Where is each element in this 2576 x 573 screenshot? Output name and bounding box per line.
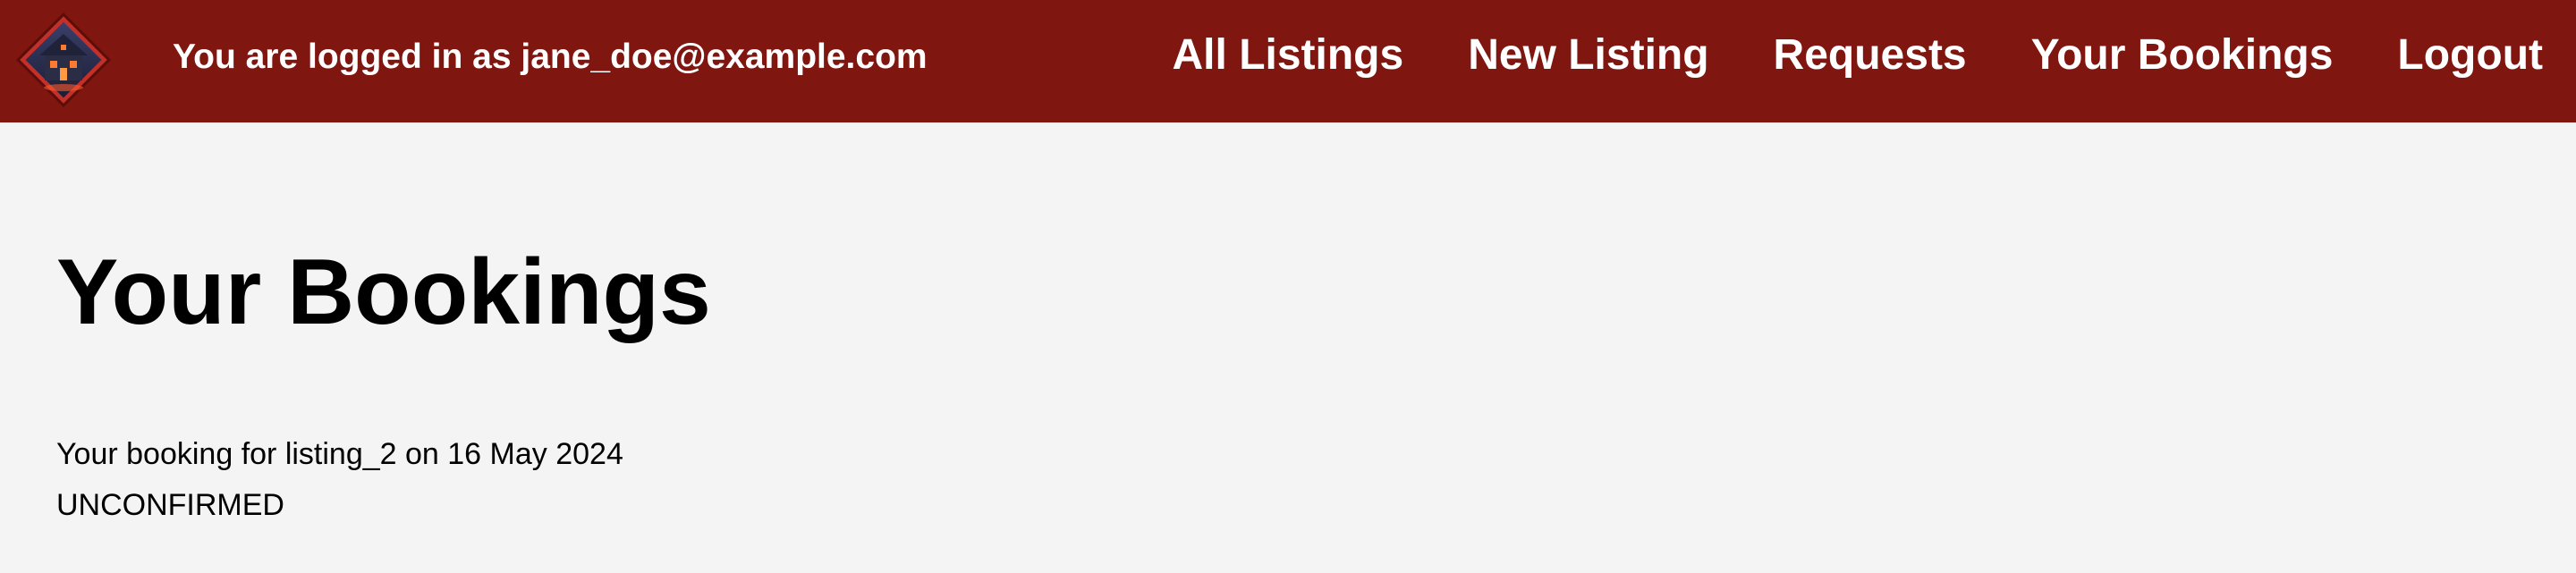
- nav-logout[interactable]: Logout: [2397, 29, 2543, 81]
- booking-status: UNCONFIRMED: [56, 488, 284, 522]
- booking-item: Your booking for listing_2 on 16 May 202…: [56, 429, 623, 531]
- nav-requests[interactable]: Requests: [1774, 29, 1967, 81]
- booking-description: Your booking for listing_2 on 16 May 202…: [56, 437, 623, 471]
- logo-icon[interactable]: [9, 5, 118, 114]
- login-status: You are logged in as jane_doe@example.co…: [173, 38, 928, 76]
- top-navbar: You are logged in as jane_doe@example.co…: [0, 0, 2576, 122]
- page-title: Your Bookings: [56, 240, 711, 344]
- nav-new-listing[interactable]: New Listing: [1468, 29, 1708, 81]
- nav-all-listings[interactable]: All Listings: [1173, 29, 1404, 81]
- haunted-house-logo-icon: [15, 12, 112, 108]
- nav-links: All Listings New Listing Requests Your B…: [1173, 29, 2543, 81]
- nav-your-bookings[interactable]: Your Bookings: [2031, 29, 2334, 81]
